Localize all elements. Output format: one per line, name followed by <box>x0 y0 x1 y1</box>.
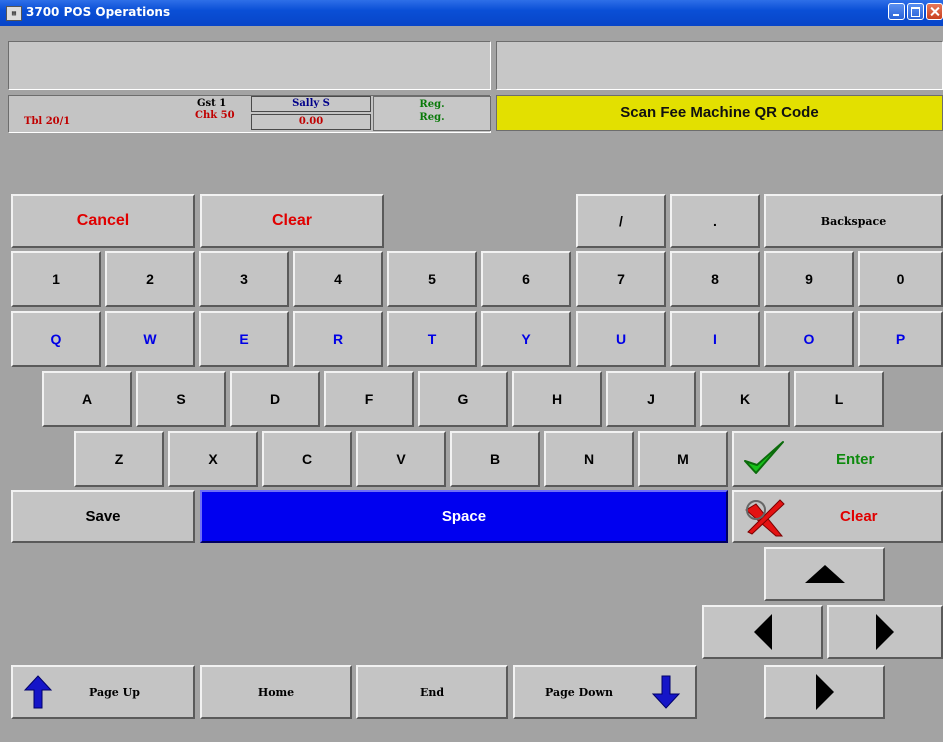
clear-button[interactable]: Clear <box>732 490 943 543</box>
left-arrow-icon <box>753 614 772 650</box>
key-c[interactable]: C <box>262 431 352 487</box>
clear-entry-button[interactable]: Clear <box>200 194 384 248</box>
maximize-icon[interactable] <box>907 3 924 20</box>
key-s[interactable]: S <box>136 371 226 427</box>
page-up-button[interactable]: Page Up <box>11 665 195 719</box>
key-d[interactable]: D <box>230 371 320 427</box>
key-h[interactable]: H <box>512 371 602 427</box>
enter-button[interactable]: Enter <box>732 431 943 487</box>
guest-count: Gst 1 <box>197 98 227 109</box>
display-panel-left <box>8 41 491 90</box>
key-g[interactable]: G <box>418 371 508 427</box>
key-5[interactable]: 5 <box>387 251 477 307</box>
display-panel-right <box>496 41 943 90</box>
key-1[interactable]: 1 <box>11 251 101 307</box>
arrow-right-button[interactable] <box>827 605 943 659</box>
end-button[interactable]: End <box>356 665 508 719</box>
key-r[interactable]: R <box>293 311 383 367</box>
table-number: Tbl 20/1 <box>24 116 71 127</box>
page-up-label: Page Up <box>89 685 140 699</box>
red-x-icon <box>745 498 785 536</box>
checkmark-icon <box>744 441 784 474</box>
key-x[interactable]: X <box>168 431 258 487</box>
key-7[interactable]: 7 <box>576 251 666 307</box>
check-number: Chk 50 <box>195 110 235 121</box>
title-bar: ▦ 3700 POS Operations <box>0 0 943 26</box>
home-button[interactable]: Home <box>200 665 352 719</box>
right-arrow-icon <box>876 614 894 650</box>
key-w[interactable]: W <box>105 311 195 367</box>
key-e[interactable]: E <box>199 311 289 367</box>
close-icon[interactable] <box>926 3 943 20</box>
arrow-up-button[interactable] <box>764 547 885 601</box>
up-arrow-icon <box>804 565 845 583</box>
key-j[interactable]: J <box>606 371 696 427</box>
key-9[interactable]: 9 <box>764 251 854 307</box>
employee-name: Sally S <box>251 96 371 112</box>
key-0[interactable]: 0 <box>858 251 943 307</box>
key-m[interactable]: M <box>638 431 728 487</box>
key-i[interactable]: I <box>670 311 760 367</box>
key-l[interactable]: L <box>794 371 884 427</box>
key-p[interactable]: P <box>858 311 943 367</box>
key-z[interactable]: Z <box>74 431 164 487</box>
key-k[interactable]: K <box>700 371 790 427</box>
down-arrow-icon-blue <box>651 675 681 709</box>
right-arrow-icon-2 <box>815 674 834 710</box>
window-title: 3700 POS Operations <box>26 5 171 19</box>
pos-app-icon: ▦ <box>6 6 22 21</box>
check-amount: 0.00 <box>251 114 371 130</box>
revenue-center-box: Reg. Reg. <box>373 96 491 131</box>
up-arrow-icon-blue <box>23 675 53 709</box>
prompt-bar: Scan Fee Machine QR Code <box>496 95 943 131</box>
clear-label: Clear <box>840 508 878 525</box>
key-4[interactable]: 4 <box>293 251 383 307</box>
key-3[interactable]: 3 <box>199 251 289 307</box>
key-period[interactable]: . <box>670 194 760 248</box>
save-button[interactable]: Save <box>11 490 195 543</box>
enter-label: Enter <box>836 450 875 468</box>
minimize-icon[interactable] <box>888 3 905 20</box>
arrow-left-button[interactable] <box>702 605 823 659</box>
key-slash[interactable]: / <box>576 194 666 248</box>
key-o[interactable]: O <box>764 311 854 367</box>
key-q[interactable]: Q <box>11 311 101 367</box>
key-n[interactable]: N <box>544 431 634 487</box>
key-8[interactable]: 8 <box>670 251 760 307</box>
reg-label-2: Reg. <box>419 112 445 123</box>
cancel-button[interactable]: Cancel <box>11 194 195 248</box>
key-y[interactable]: Y <box>481 311 571 367</box>
backspace-button[interactable]: Backspace <box>764 194 943 248</box>
key-v[interactable]: V <box>356 431 446 487</box>
page-down-label: Page Down <box>545 685 613 699</box>
check-info-panel: Tbl 20/1 Gst 1 Chk 50 Sally S 0.00 Reg. … <box>8 95 491 133</box>
key-a[interactable]: A <box>42 371 132 427</box>
key-f[interactable]: F <box>324 371 414 427</box>
arrow-down-button[interactable] <box>764 665 885 719</box>
space-button[interactable]: Space <box>200 490 728 543</box>
key-2[interactable]: 2 <box>105 251 195 307</box>
key-6[interactable]: 6 <box>481 251 571 307</box>
key-b[interactable]: B <box>450 431 540 487</box>
page-down-button[interactable]: Page Down <box>513 665 697 719</box>
key-u[interactable]: U <box>576 311 666 367</box>
reg-label-1: Reg. <box>419 99 445 110</box>
key-t[interactable]: T <box>387 311 477 367</box>
